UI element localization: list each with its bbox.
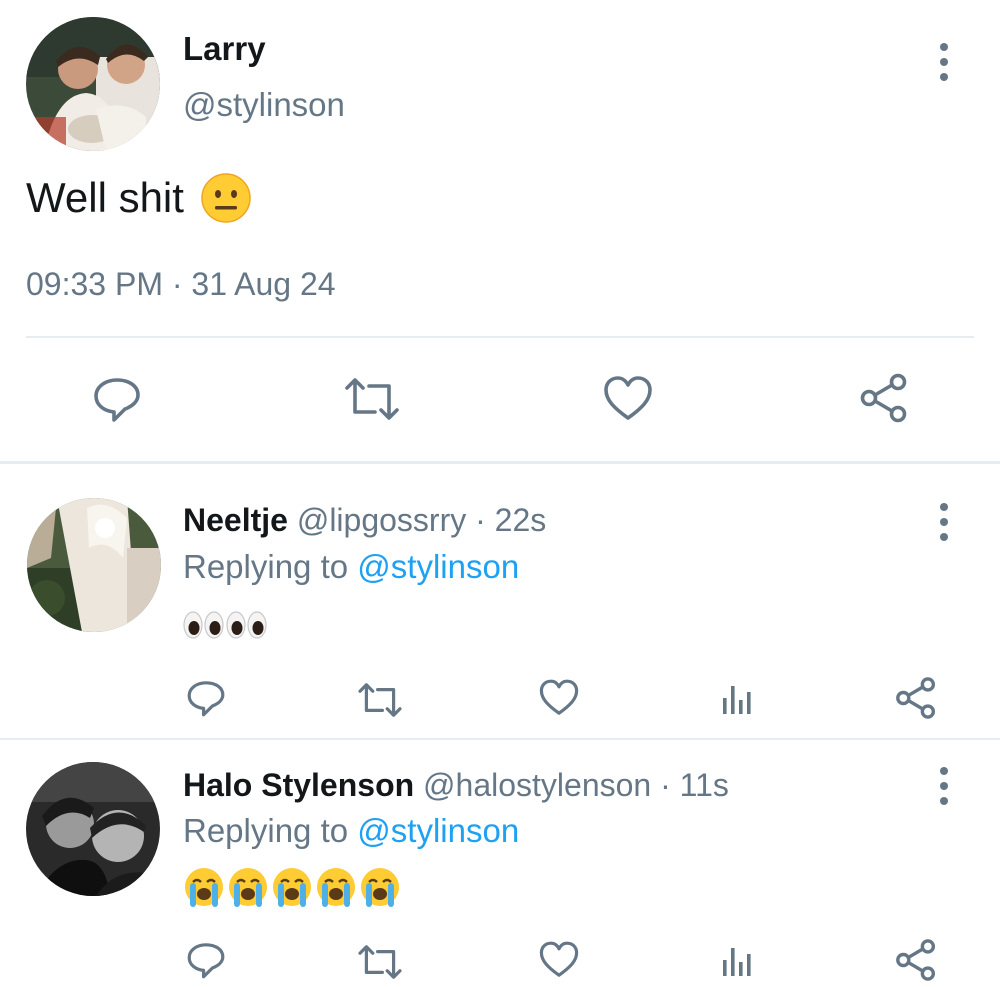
analytics-button[interactable] xyxy=(718,940,758,980)
more-options-button[interactable] xyxy=(929,500,959,544)
more-dot xyxy=(940,533,948,541)
avatar[interactable] xyxy=(26,762,160,896)
more-dot xyxy=(940,73,948,81)
eyes-emoji-icon xyxy=(226,610,268,640)
more-options-button[interactable] xyxy=(929,764,959,808)
replying-to-label: Replying to xyxy=(183,548,349,585)
more-dot xyxy=(940,43,948,51)
reply-icon xyxy=(187,681,225,717)
replying-to: Replying to @stylinson xyxy=(183,548,519,586)
replying-to-label: Replying to xyxy=(183,812,349,849)
like-icon xyxy=(539,679,579,715)
author-name[interactable]: Halo Stylenson xyxy=(183,767,414,803)
reply-text xyxy=(183,610,268,640)
share-icon xyxy=(896,677,936,719)
author-name[interactable]: Neeltje xyxy=(183,502,288,538)
more-dot xyxy=(940,782,948,790)
share-button[interactable] xyxy=(894,676,938,720)
reply-time: · 11s xyxy=(660,767,729,803)
section-divider xyxy=(0,461,1000,464)
loudly-crying-face-emoji-icon xyxy=(271,866,313,908)
replying-to-handle[interactable]: @stylinson xyxy=(357,812,519,849)
reply-time: · 22s xyxy=(475,502,547,538)
retweet-button[interactable] xyxy=(342,374,402,424)
more-dot xyxy=(940,518,948,526)
loudly-crying-face-emoji-icon xyxy=(183,866,225,908)
tweet-text: Well shit xyxy=(26,174,184,221)
like-button[interactable] xyxy=(602,374,654,424)
author-handle[interactable]: @stylinson xyxy=(183,86,345,124)
loudly-crying-face-emoji-icon xyxy=(359,866,401,908)
retweet-button[interactable] xyxy=(356,680,404,720)
like-button[interactable] xyxy=(538,678,580,718)
reply-button[interactable] xyxy=(186,678,226,718)
share-icon xyxy=(896,939,936,981)
more-dot xyxy=(940,58,948,66)
section-divider xyxy=(0,738,1000,740)
avatar[interactable] xyxy=(26,17,160,151)
retweet-icon xyxy=(345,378,399,420)
like-icon xyxy=(539,941,579,977)
replying-to-handle[interactable]: @stylinson xyxy=(357,548,519,585)
reply-header: Neeltje @lipgossrry · 22s xyxy=(183,502,546,539)
reply-text xyxy=(183,866,401,908)
author-handle[interactable]: @halostylenson xyxy=(423,767,651,803)
reply-button[interactable] xyxy=(186,940,226,980)
avatar[interactable] xyxy=(27,498,161,632)
more-options-button[interactable] xyxy=(929,40,959,84)
like-button[interactable] xyxy=(538,940,580,980)
retweet-icon xyxy=(358,945,402,979)
loudly-crying-face-emoji-icon xyxy=(227,866,269,908)
more-dot xyxy=(940,797,948,805)
share-icon xyxy=(860,373,907,423)
like-icon xyxy=(604,376,652,420)
share-button[interactable] xyxy=(894,938,938,982)
retweet-icon xyxy=(358,683,402,717)
tweet-timestamp[interactable]: 09:33 PM · 31 Aug 24 xyxy=(26,266,336,303)
analytics-button[interactable] xyxy=(718,678,758,718)
more-dot xyxy=(940,767,948,775)
eyes-emoji-icon xyxy=(183,610,225,640)
author-handle[interactable]: @lipgossrry xyxy=(297,502,466,538)
replying-to: Replying to @stylinson xyxy=(183,812,519,850)
reply-icon xyxy=(187,943,225,979)
loudly-crying-face-emoji-icon xyxy=(315,866,357,908)
divider xyxy=(26,336,974,338)
share-button[interactable] xyxy=(858,372,910,424)
reply-header: Halo Stylenson @halostylenson · 11s xyxy=(183,767,729,804)
author-name[interactable]: Larry xyxy=(183,30,266,68)
analytics-icon xyxy=(723,948,751,976)
more-dot xyxy=(940,503,948,511)
reply-button[interactable] xyxy=(92,374,142,424)
analytics-icon xyxy=(723,686,751,714)
reply-icon xyxy=(94,378,140,422)
tweet-text-row: Well shit xyxy=(26,172,252,224)
retweet-button[interactable] xyxy=(356,942,404,982)
neutral-face-emoji-icon xyxy=(200,172,252,224)
